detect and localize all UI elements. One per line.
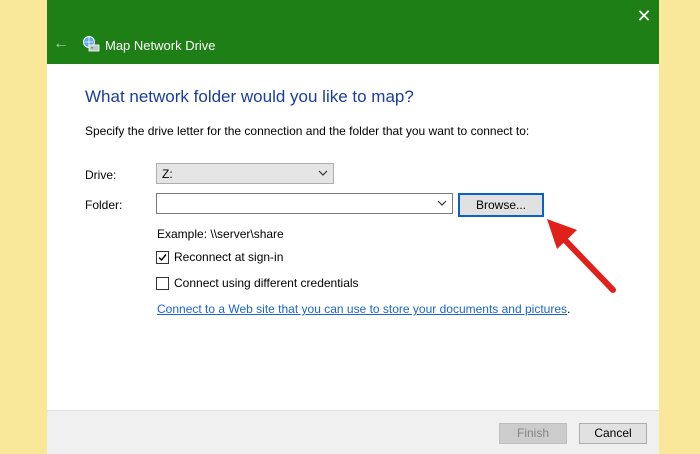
close-icon[interactable]: ✕ [631, 4, 657, 28]
map-network-drive-icon [83, 36, 100, 52]
title-bar: ✕ ← Map Network Drive [47, 0, 659, 64]
folder-label: Folder: [85, 198, 123, 212]
chevron-down-icon[interactable] [436, 197, 448, 209]
link-suffix: . [567, 302, 571, 316]
web-site-link-row: Connect to a Web site that you can use t… [157, 302, 570, 316]
drive-select[interactable]: Z: [156, 163, 334, 184]
back-arrow-icon[interactable]: ← [51, 34, 71, 54]
drive-label: Drive: [85, 168, 117, 182]
chevron-down-icon [318, 170, 328, 176]
reconnect-checkbox[interactable] [156, 251, 169, 264]
reconnect-label: Reconnect at sign-in [174, 250, 284, 264]
annotation-arrow-icon [547, 219, 616, 293]
checkmark-icon [158, 254, 167, 262]
credentials-checkbox[interactable] [156, 277, 169, 290]
folder-input[interactable] [156, 193, 453, 214]
cancel-button[interactable]: Cancel [579, 423, 647, 444]
example-text: Example: \\server\share [157, 227, 284, 241]
dialog-footer: Finish Cancel [47, 410, 659, 454]
window-title: Map Network Drive [105, 38, 216, 53]
finish-button[interactable]: Finish [499, 423, 567, 444]
browse-button[interactable]: Browse... [458, 193, 544, 217]
web-site-link[interactable]: Connect to a Web site that you can use t… [157, 302, 567, 316]
instructions-text: Specify the drive letter for the connect… [85, 124, 530, 138]
page-heading: What network folder would you like to ma… [85, 87, 414, 106]
credentials-label: Connect using different credentials [174, 276, 359, 290]
drive-select-value: Z: [162, 167, 173, 181]
